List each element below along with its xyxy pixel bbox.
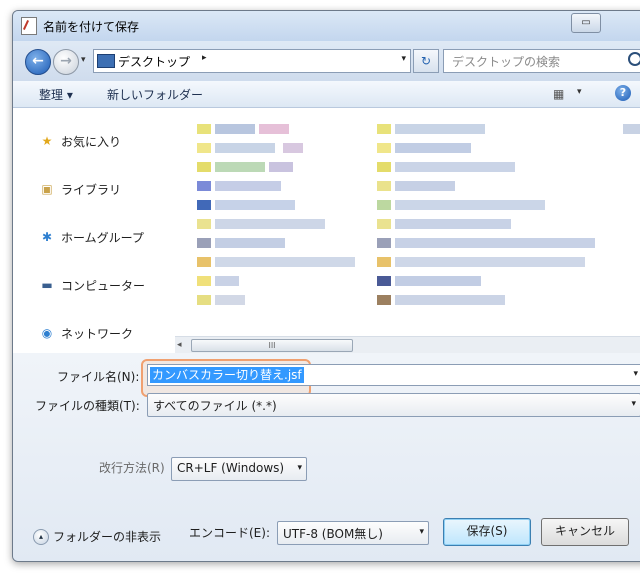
forward-button[interactable]: →	[53, 49, 79, 75]
notepad-icon	[21, 17, 37, 35]
list-item[interactable]	[377, 272, 577, 291]
list-item[interactable]	[197, 215, 397, 234]
list-item[interactable]	[377, 196, 577, 215]
save-as-dialog: 名前を付けて保存 ▭ ← → ▾ デスクトップ ▸ ▾ ↻ デスクトップの検索 …	[12, 10, 640, 562]
filetype-value: すべてのファイル (*.*)	[153, 399, 277, 413]
chevron-up-icon[interactable]: ▴	[33, 529, 49, 545]
list-item[interactable]	[377, 139, 577, 158]
desktop-folder-icon	[97, 54, 115, 68]
file-column	[623, 120, 640, 139]
help-icon[interactable]: ?	[615, 85, 631, 101]
command-toolbar: 整理 ▾ 新しいフォルダー ▦ ▾ ?	[13, 81, 640, 108]
navigation-pane: ★ お気に入り ▣ ライブラリ ✱ ホームグループ ▬ コンピューター ◉ ネッ…	[13, 108, 176, 353]
save-form: ファイル名(N): カンバスカラー切り替え.jsf ▾ ファイルの種類(T): …	[13, 353, 640, 561]
address-row: ← → ▾ デスクトップ ▸ ▾ ↻ デスクトップの検索	[13, 41, 640, 81]
cancel-button[interactable]: キャンセル	[541, 518, 629, 546]
organize-button[interactable]: 整理 ▾	[39, 86, 73, 103]
chevron-down-icon: ▾	[297, 463, 302, 473]
list-item[interactable]	[197, 291, 397, 310]
view-options-icon[interactable]: ▦	[553, 87, 569, 101]
file-column	[377, 120, 595, 310]
list-item[interactable]	[623, 120, 640, 139]
address-dropdown-icon[interactable]: ▾	[401, 54, 406, 64]
chevron-down-icon: ▾	[419, 527, 424, 537]
list-item[interactable]	[197, 120, 397, 139]
address-bar[interactable]: デスクトップ ▸ ▾	[93, 49, 411, 73]
refresh-button[interactable]: ↻	[413, 49, 439, 73]
list-item[interactable]	[197, 272, 397, 291]
restore-button[interactable]: ▭	[571, 13, 601, 33]
nav-label: ネットワーク	[61, 327, 134, 341]
star-icon: ★	[41, 134, 53, 148]
list-item[interactable]	[197, 196, 397, 215]
newline-label: 改行方法(R)	[99, 461, 165, 475]
file-column	[197, 120, 397, 310]
filename-value[interactable]: カンバスカラー切り替え.jsf	[150, 367, 304, 383]
homegroup-icon: ✱	[41, 230, 53, 244]
library-icon: ▣	[41, 182, 53, 196]
address-path[interactable]: デスクトップ	[118, 53, 190, 70]
filetype-label: ファイルの種類(T):	[35, 399, 140, 413]
filetype-select[interactable]: すべてのファイル (*.*) ▾	[147, 393, 640, 417]
encoding-select[interactable]: UTF-8 (BOM無し) ▾	[277, 521, 429, 545]
list-item[interactable]	[197, 139, 397, 158]
list-item[interactable]	[197, 177, 397, 196]
list-item[interactable]	[377, 120, 577, 139]
encoding-label: エンコード(E):	[189, 526, 270, 540]
save-button[interactable]: 保存(S)	[443, 518, 531, 546]
nav-label: お気に入り	[61, 135, 122, 149]
list-item[interactable]	[377, 158, 577, 177]
nav-label: ホームグループ	[61, 231, 144, 245]
list-item[interactable]	[377, 177, 577, 196]
list-item[interactable]	[197, 253, 397, 272]
back-button[interactable]: ←	[25, 49, 51, 75]
horizontal-scrollbar[interactable]: ◂ III ▸	[175, 336, 640, 354]
scrollbar-thumb[interactable]: III	[191, 339, 353, 352]
newline-value: CR+LF (Windows)	[177, 461, 285, 475]
chevron-down-icon: ▾	[631, 399, 636, 409]
list-item[interactable]	[197, 158, 397, 177]
window-title: 名前を付けて保存	[43, 20, 140, 34]
nav-label: ライブラリ	[61, 183, 122, 197]
newline-select[interactable]: CR+LF (Windows) ▾	[171, 457, 307, 481]
new-folder-button[interactable]: 新しいフォルダー	[107, 86, 203, 103]
encoding-value: UTF-8 (BOM無し)	[283, 527, 383, 541]
view-dropdown-icon[interactable]: ▾	[577, 87, 582, 97]
list-item[interactable]	[377, 215, 577, 234]
file-list-pane[interactable]	[175, 108, 640, 336]
filename-label: ファイル名(N):	[57, 370, 140, 384]
computer-icon: ▬	[41, 278, 53, 292]
filename-dropdown-icon[interactable]: ▾	[633, 369, 638, 379]
search-placeholder: デスクトップの検索	[452, 55, 561, 69]
list-item[interactable]	[377, 234, 595, 253]
search-icon[interactable]	[628, 52, 640, 66]
scroll-left-icon[interactable]: ◂	[177, 340, 182, 350]
nav-label: コンピューター	[61, 279, 146, 293]
list-item[interactable]	[377, 253, 585, 272]
breadcrumb-arrow-icon[interactable]: ▸	[202, 53, 207, 63]
hide-folders-button[interactable]: フォルダーの非表示	[53, 528, 161, 545]
network-icon: ◉	[41, 326, 53, 340]
search-input[interactable]: デスクトップの検索	[443, 49, 640, 73]
title-bar: 名前を付けて保存 ▭	[13, 11, 640, 41]
filename-input[interactable]: カンバスカラー切り替え.jsf ▾	[147, 364, 640, 386]
list-item[interactable]	[377, 291, 577, 310]
recent-pages-dropdown-icon[interactable]: ▾	[81, 55, 86, 65]
list-item[interactable]	[197, 234, 397, 253]
